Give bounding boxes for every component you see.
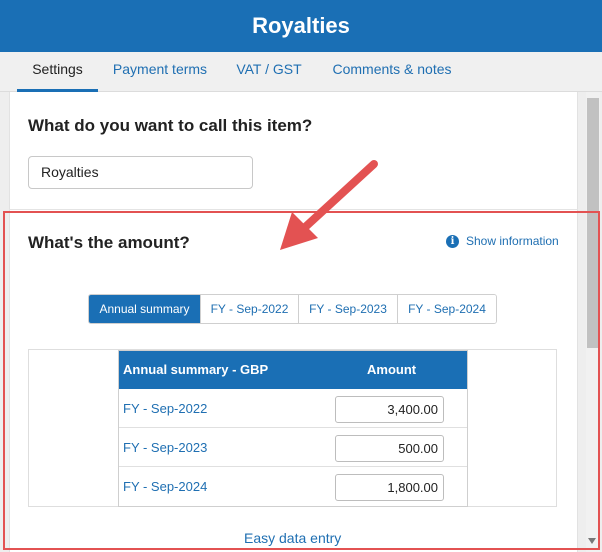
app-title: Royalties	[252, 13, 350, 38]
tab-vat-gst[interactable]: VAT / GST	[226, 52, 312, 92]
item-name-question: What do you want to call this item?	[28, 116, 313, 135]
annotation-arrow-icon	[280, 160, 378, 250]
tab-payment-terms[interactable]: Payment terms	[104, 52, 216, 92]
app-title-bar: Royalties	[0, 0, 602, 52]
tab-comments-notes[interactable]: Comments & notes	[322, 52, 462, 92]
tab-settings[interactable]: Settings	[17, 52, 98, 92]
highlight-box	[3, 211, 600, 550]
tab-bar: Settings Payment terms VAT / GST Comment…	[0, 52, 602, 92]
item-name-input[interactable]: Royalties	[28, 156, 253, 189]
